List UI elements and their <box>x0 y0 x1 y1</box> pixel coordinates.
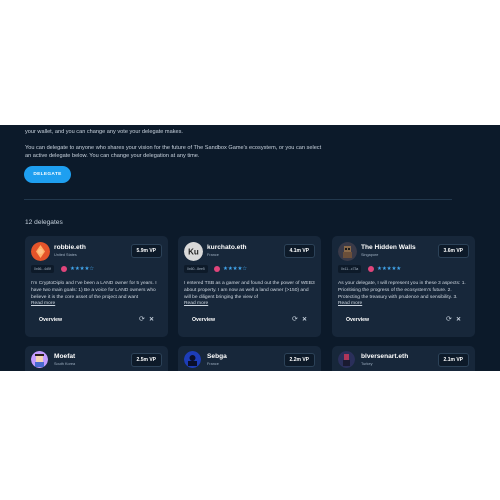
avatar <box>338 351 355 368</box>
overview-button[interactable]: Overview <box>346 317 369 323</box>
delegate-action-icon[interactable]: ⟳ <box>139 316 147 324</box>
delegate-card[interactable]: Sebga France 2.2m VP <box>178 346 321 371</box>
avatar <box>31 242 50 261</box>
delegates-count: 12 delegates <box>25 219 63 226</box>
delegate-card[interactable]: The Hidden Walls Singapore 3.6m VP 0x11.… <box>332 236 475 337</box>
voting-power-badge: 5.9m VP <box>130 244 162 258</box>
voting-power-badge: 2.5m VP <box>130 353 162 367</box>
read-more-link[interactable]: Read more <box>184 301 208 306</box>
x-social-icon[interactable]: ✕ <box>302 316 309 324</box>
rating-stars: ★★★★★ <box>377 266 402 272</box>
avatar: Ku <box>184 242 203 261</box>
delegate-country: France <box>207 253 219 257</box>
delegate-country: South Korea <box>54 362 76 366</box>
voting-power-badge: 4.1m VP <box>283 244 315 258</box>
delegate-action-icon[interactable]: ⟳ <box>446 316 454 324</box>
voting-power-badge: 2.2m VP <box>283 353 315 367</box>
delegate-name[interactable]: Moefat <box>54 353 75 360</box>
delegate-bio: As your delegate, I will represent you i… <box>338 281 466 300</box>
copy-icon[interactable] <box>214 266 220 272</box>
delegate-card[interactable]: Moefat South Korea 2.5m VP <box>25 346 168 371</box>
overview-button[interactable]: Overview <box>39 317 62 323</box>
delegate-button[interactable]: DELEGATE <box>24 166 71 183</box>
read-more-link[interactable]: Read more <box>31 301 55 306</box>
avatar <box>184 351 201 368</box>
delegate-card[interactable]: blversenart.eth Turkey 2.1m VP <box>332 346 475 371</box>
delegate-card[interactable]: Ku kurchato.eth France 4.1m VP 0x60...8e… <box>178 236 321 337</box>
voting-power-badge: 2.1m VP <box>437 353 469 367</box>
copy-icon[interactable] <box>61 266 67 272</box>
section-divider <box>24 199 452 200</box>
rating-stars: ★★★★☆ <box>223 266 248 272</box>
delegate-country: Turkey <box>361 362 373 366</box>
svg-text:Ku: Ku <box>188 248 199 257</box>
read-more-link[interactable]: Read more <box>338 301 362 306</box>
intro-paragraph: You can delegate to anyone who shares yo… <box>25 145 322 159</box>
delegate-name[interactable]: kurchato.eth <box>207 244 247 251</box>
voting-power-badge: 3.6m VP <box>437 244 469 258</box>
delegate-name[interactable]: robbie.eth <box>54 244 86 251</box>
wallet-address[interactable]: 0x60...8ee5 <box>184 265 208 273</box>
wallet-address[interactable]: 0x11...c73a <box>338 265 362 273</box>
rating-stars: ★★★★☆ <box>70 266 95 272</box>
delegate-name[interactable]: Sebga <box>207 353 227 360</box>
intro-text-line: your wallet, and you can change any vote… <box>25 129 183 135</box>
avatar <box>31 351 48 368</box>
delegate-name[interactable]: blversenart.eth <box>361 353 408 360</box>
copy-icon[interactable] <box>368 266 374 272</box>
delegate-country: Singapore <box>361 253 379 257</box>
delegate-country: United States <box>54 253 77 257</box>
delegate-bio: I'm CryptoDiplo and I've been a LAND own… <box>31 281 157 300</box>
delegate-action-icon[interactable]: ⟳ <box>292 316 300 324</box>
delegates-page: your wallet, and you can change any vote… <box>0 125 500 371</box>
overview-button[interactable]: Overview <box>192 317 215 323</box>
avatar <box>338 242 357 261</box>
x-social-icon[interactable]: ✕ <box>149 316 156 324</box>
delegate-name[interactable]: The Hidden Walls <box>361 244 416 251</box>
x-social-icon[interactable]: ✕ <box>456 316 463 324</box>
delegate-bio: I entered TSB as a gamer and found out t… <box>184 281 315 300</box>
delegate-country: France <box>207 362 219 366</box>
wallet-address[interactable]: 0x66...4d5f <box>31 265 54 273</box>
delegate-card[interactable]: robbie.eth United States 5.9m VP 0x66...… <box>25 236 168 337</box>
